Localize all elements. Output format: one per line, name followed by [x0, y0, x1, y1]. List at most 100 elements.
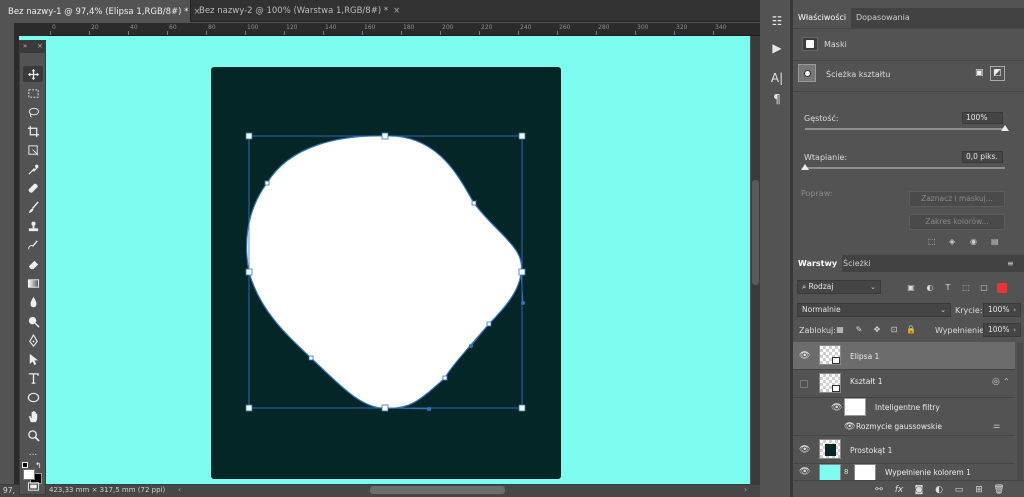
close-panel-icon[interactable]: ×	[37, 42, 43, 50]
layer-name[interactable]: Wypełnienie kolorem 1	[885, 468, 971, 477]
feather-slider-knob[interactable]	[801, 164, 809, 170]
layer-style-icon[interactable]: fx	[893, 484, 905, 496]
visibility-eye-icon[interactable]: 👁	[799, 445, 810, 455]
layer-name[interactable]: Rozmycie gaussowskie	[856, 422, 942, 431]
pen-tool-icon[interactable]	[23, 332, 43, 348]
history-brush-icon[interactable]	[23, 237, 43, 253]
fill-color-thumbnail[interactable]	[819, 464, 841, 480]
filter-smart-object-icon[interactable]: ▢	[979, 283, 989, 293]
adjustment-layer-icon[interactable]: ◐	[933, 484, 945, 496]
filter-adjustment-icon[interactable]: ◐	[925, 283, 935, 293]
paragraph-panel-icon[interactable]: ¶	[769, 91, 785, 107]
layer-name[interactable]: Kształt 1	[850, 377, 883, 386]
add-mask-icon[interactable]: ◙	[913, 484, 925, 496]
filter-mask-thumbnail[interactable]	[844, 398, 866, 416]
visibility-eye-icon[interactable]: 👁	[799, 467, 810, 477]
density-field[interactable]: 100%	[962, 112, 1003, 124]
character-panel-icon[interactable]: A|	[769, 70, 785, 86]
add-vector-mask-icon[interactable]: ◩	[990, 66, 1005, 81]
layer-filter-kind[interactable]: ⌕ Rodzaj ⌄	[797, 280, 881, 294]
apply-mask-icon[interactable]: ◈	[949, 237, 959, 247]
document-dimensions[interactable]: 423,33 mm × 317,5 mm (72 ppi)	[49, 486, 165, 494]
actions-play-icon[interactable]: ▶	[769, 40, 785, 56]
layer-thumbnail[interactable]	[819, 439, 841, 459]
tab-adjustments[interactable]: Dopasowania	[851, 8, 915, 28]
lasso-tool-icon[interactable]	[23, 104, 43, 120]
mask-thumbnail[interactable]	[854, 464, 876, 480]
ellipse-tool-icon[interactable]	[23, 389, 43, 405]
visibility-icon[interactable]: ◉	[970, 237, 980, 247]
hand-tool-icon[interactable]	[23, 408, 43, 424]
collapse-icon[interactable]: »	[23, 42, 27, 50]
layer-row-color-fill[interactable]: 👁 8 Wypełnienie kolorem 1	[793, 464, 1015, 480]
delete-mask-icon[interactable]: ▤	[991, 237, 1001, 247]
gradient-tool-icon[interactable]	[23, 275, 43, 291]
density-slider-track[interactable]	[805, 128, 1005, 130]
blur-tool-icon[interactable]	[23, 294, 43, 310]
screen-mode-icon[interactable]	[23, 478, 43, 494]
vertical-scroll-thumb[interactable]	[752, 180, 759, 285]
zoom-level[interactable]: 97,	[3, 486, 15, 495]
eraser-tool-icon[interactable]	[23, 256, 43, 272]
fill-field[interactable]: 100% ›	[983, 323, 1021, 337]
chevron-up-icon[interactable]: ⌃	[1003, 377, 1010, 386]
marquee-tool-icon[interactable]	[23, 85, 43, 101]
lock-all-icon[interactable]: 🔒	[906, 325, 916, 335]
tab-properties[interactable]: Właściwości	[793, 8, 852, 28]
filter-pixel-icon[interactable]: ▣	[906, 283, 916, 293]
clone-stamp-icon[interactable]	[23, 218, 43, 234]
healing-brush-icon[interactable]	[23, 180, 43, 196]
dodge-tool-icon[interactable]	[23, 313, 43, 329]
default-colors-icon[interactable]	[22, 462, 28, 468]
layer-name[interactable]: Inteligentne filtry	[875, 403, 940, 412]
brush-tool-icon[interactable]	[23, 199, 43, 215]
layer-name[interactable]: Prostokąt 1	[850, 446, 892, 455]
lock-artboard-icon[interactable]: ⊡	[889, 325, 899, 335]
tab-paths[interactable]: Ścieżki	[838, 255, 876, 272]
zoom-tool-icon[interactable]	[23, 427, 43, 443]
layer-row-ellipse[interactable]: 👁 Elipsa 1	[793, 342, 1015, 370]
blend-mode-select[interactable]: Normalnie ⌄	[797, 303, 951, 317]
filter-toggle-icon[interactable]	[997, 283, 1007, 293]
lock-transparent-icon[interactable]: ▦	[835, 325, 845, 335]
gaussian-blur-row[interactable]: 👁 Rozmycie gaussowskie ⚌	[793, 418, 1015, 436]
link-layers-icon[interactable]: ⚯	[873, 484, 885, 496]
filter-options-icon[interactable]: ⚌	[993, 421, 1000, 430]
new-layer-icon[interactable]: ⊞	[973, 484, 985, 496]
ellipse-shape[interactable]	[245, 135, 523, 409]
frame-tool-icon[interactable]	[23, 142, 43, 158]
scroll-left-arrow[interactable]: ‹	[178, 485, 181, 494]
visibility-off-box[interactable]	[800, 380, 808, 388]
density-slider-knob[interactable]	[1001, 125, 1009, 131]
more-tools-icon[interactable]: ...	[23, 445, 43, 461]
lock-position-icon[interactable]: ✥	[872, 325, 882, 335]
color-range-button[interactable]: Zakres kolorów...	[909, 214, 1005, 230]
path-selection-icon[interactable]	[23, 351, 43, 367]
eyedropper-tool-icon[interactable]	[23, 161, 43, 177]
layer-thumbnail[interactable]	[819, 345, 841, 365]
visibility-eye-icon[interactable]: 👁	[831, 403, 842, 413]
load-selection-icon[interactable]: ⬚	[928, 237, 938, 247]
feather-field[interactable]: 0,0 piks.	[962, 151, 1003, 163]
layer-row-shape[interactable]: Kształt 1 ◎ ⌃	[793, 370, 1015, 398]
tools-panel-header[interactable]: » ×	[20, 41, 45, 53]
smart-filters-row[interactable]: 👁 Inteligentne filtry	[793, 398, 1015, 420]
group-icon[interactable]: ▭	[953, 484, 965, 496]
visibility-eye-icon[interactable]: 👁	[799, 351, 810, 361]
swap-colors-icon[interactable]: ↰	[35, 462, 43, 470]
tab-layers[interactable]: Warstwy	[793, 255, 843, 272]
trash-icon[interactable]: 🗑	[993, 484, 1005, 496]
horizontal-scroll-thumb[interactable]	[370, 486, 505, 494]
crop-tool-icon[interactable]	[23, 123, 43, 139]
type-tool-icon[interactable]	[23, 370, 43, 386]
scroll-right-arrow[interactable]: ›	[744, 485, 747, 494]
vector-mask-thumbnail[interactable]	[798, 64, 816, 82]
filter-shape-icon[interactable]: ⬚	[961, 283, 971, 293]
opacity-field[interactable]: 100% ›	[983, 303, 1021, 317]
history-panel-icon[interactable]: ☷	[769, 13, 785, 29]
panel-menu-icon[interactable]: ≡	[1007, 259, 1014, 268]
move-tool-icon[interactable]	[23, 66, 43, 82]
layer-thumbnail[interactable]	[819, 373, 841, 393]
layers-scrollbar[interactable]	[1017, 343, 1023, 481]
filter-type-icon[interactable]: T	[943, 283, 953, 293]
